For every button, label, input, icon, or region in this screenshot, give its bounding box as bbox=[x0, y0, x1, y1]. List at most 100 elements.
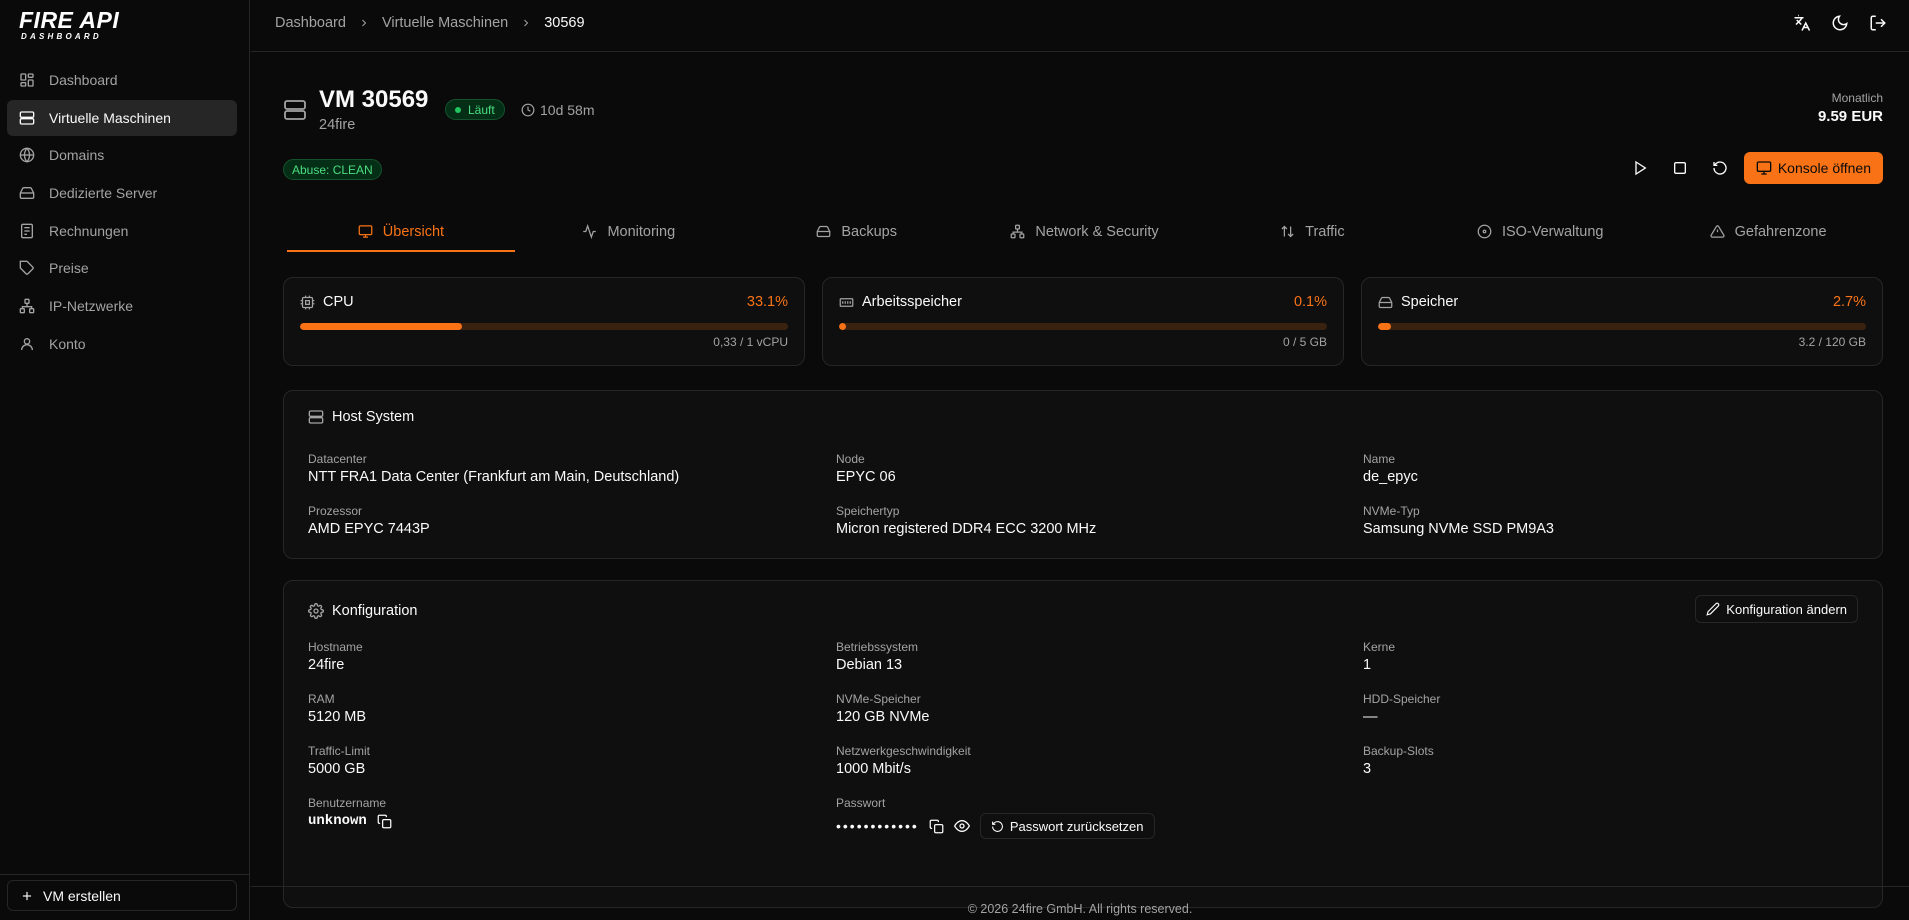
sidebar-item-ip-networks[interactable]: IP-Netzwerke bbox=[7, 288, 237, 324]
tab-label: Gefahrenzone bbox=[1734, 223, 1827, 240]
open-console-button[interactable]: Konsole öffnen bbox=[1743, 152, 1883, 184]
stat-title: Speicher bbox=[1378, 294, 1458, 310]
restart-icon bbox=[1713, 161, 1727, 175]
field-value: 1000 Mbit/s bbox=[836, 761, 911, 777]
stat-progress-bar bbox=[1378, 323, 1866, 330]
stat-percent: 0.1% bbox=[1293, 294, 1327, 310]
field-label: Backup-Slots bbox=[1363, 744, 1434, 758]
tab-network-security[interactable]: Network & Security bbox=[971, 213, 1199, 252]
theme-toggle-icon[interactable] bbox=[1831, 14, 1849, 32]
sidebar-item-dedicated[interactable]: Dedizierte Server bbox=[7, 175, 237, 211]
sidebar-footer: VM erstellen bbox=[0, 874, 250, 920]
copy-icon[interactable] bbox=[929, 819, 944, 834]
field-value: 3 bbox=[1363, 761, 1372, 777]
vm-hostname: 24fire bbox=[319, 117, 356, 133]
price-value: 9.59 EUR bbox=[1817, 108, 1883, 125]
field-value: Micron registered DDR4 ECC 3200 MHz bbox=[836, 521, 1097, 537]
receipt-icon bbox=[21, 223, 33, 239]
field-label: HDD-Speicher bbox=[1363, 692, 1441, 706]
restart-button[interactable] bbox=[1704, 152, 1736, 184]
field-label: Speichertyp bbox=[836, 504, 900, 518]
activity-icon bbox=[583, 224, 597, 239]
sidebar-item-prices[interactable]: Preise bbox=[7, 250, 237, 286]
field-value: AMD EPYC 7443P bbox=[308, 521, 430, 537]
header-actions bbox=[1793, 14, 1887, 32]
tab-backups[interactable]: Backups bbox=[743, 213, 971, 252]
status-dot bbox=[455, 106, 461, 113]
sidebar-item-invoices[interactable]: Rechnungen bbox=[7, 213, 237, 249]
tab-label: Backups bbox=[841, 223, 897, 240]
price-box: Monatlich 9.59 EUR bbox=[1818, 91, 1883, 125]
uptime: 10d 58m bbox=[521, 99, 594, 120]
field-memory-type: Speichertyp Micron registered DDR4 ECC 32… bbox=[836, 504, 1096, 537]
password-value: •••••••••••• bbox=[836, 818, 919, 834]
eye-icon[interactable] bbox=[953, 818, 970, 834]
field-label: Node bbox=[836, 452, 865, 466]
field-hdd-storage: HDD-Speicher — bbox=[1363, 692, 1440, 725]
field-value: 5120 MB bbox=[308, 709, 367, 725]
user-icon bbox=[21, 337, 33, 350]
field-hostname: Hostname 24fire bbox=[308, 640, 363, 673]
edit-config-label: Konfiguration ändern bbox=[1726, 601, 1847, 617]
tab-danger-zone[interactable]: Gefahrenzone bbox=[1654, 213, 1882, 252]
status-label: Läuft bbox=[468, 102, 495, 117]
stat-progress-bar bbox=[300, 323, 788, 330]
stop-button[interactable] bbox=[1664, 152, 1696, 184]
breadcrumb-vms[interactable]: Virtuelle Maschinen bbox=[382, 15, 508, 31]
copyright-text: © 2026 24fire GmbH. All rights reserved. bbox=[967, 902, 1193, 916]
edit-config-button[interactable]: Konfiguration ändern bbox=[1695, 595, 1858, 623]
tab-iso[interactable]: ISO-Verwaltung bbox=[1426, 213, 1654, 252]
field-value: Samsung NVMe SSD PM9A3 bbox=[1363, 521, 1554, 537]
reset-password-button[interactable]: Passwort zurücksetzen bbox=[979, 813, 1155, 839]
sidebar-item-dashboard[interactable]: Dashboard bbox=[7, 62, 237, 98]
sidebar-item-vms[interactable]: Virtuelle Maschinen bbox=[7, 99, 237, 136]
tab-traffic[interactable]: Traffic bbox=[1198, 213, 1426, 252]
network-icon bbox=[19, 298, 35, 314]
field-nvme-storage: NVMe-Speicher 120 GB NVMe bbox=[836, 692, 930, 725]
breadcrumb: Dashboard Virtuelle Maschinen 30569 bbox=[275, 15, 585, 31]
field-cores: Kerne 1 bbox=[1363, 640, 1395, 673]
field-label: Benutzername bbox=[308, 796, 387, 810]
stat-percent: 33.1% bbox=[746, 294, 788, 310]
abuse-badge: Abuse: CLEAN bbox=[283, 159, 382, 180]
sidebar-item-domains[interactable]: Domains bbox=[7, 137, 237, 173]
stat-progress-bar bbox=[839, 323, 1327, 330]
tab-overview[interactable]: Übersicht bbox=[287, 213, 515, 252]
hard-drive-icon bbox=[816, 225, 831, 238]
stat-header: CPU 33.1% bbox=[300, 294, 788, 310]
sidebar: FIRE API DASHBOARD Dashboard Virtuelle M… bbox=[0, 0, 250, 920]
field-label: Kerne bbox=[1363, 640, 1396, 654]
field-backup-slots: Backup-Slots 3 bbox=[1363, 744, 1434, 777]
stat-detail: 0 / 5 GB bbox=[1282, 335, 1327, 349]
field-value: 24fire bbox=[308, 657, 345, 673]
field-label: NVMe-Speicher bbox=[836, 692, 921, 706]
hard-drive-icon bbox=[1378, 296, 1393, 308]
stat-progress-fill bbox=[1378, 323, 1392, 330]
globe-icon bbox=[19, 147, 35, 164]
monitor-icon bbox=[358, 225, 373, 238]
logout-icon[interactable] bbox=[1869, 14, 1887, 32]
field-nvme-type: NVMe-Typ Samsung NVMe SSD PM9A3 bbox=[1363, 504, 1554, 537]
clock-icon bbox=[521, 103, 535, 116]
language-icon[interactable] bbox=[1793, 14, 1811, 32]
field-label: Betriebssystem bbox=[836, 640, 919, 654]
stat-detail: 0,33 / 1 vCPU bbox=[713, 335, 788, 349]
breadcrumb-dashboard[interactable]: Dashboard bbox=[275, 15, 346, 31]
field-os: Betriebssystem Debian 13 bbox=[836, 640, 918, 673]
network-icon bbox=[1010, 224, 1025, 239]
tab-monitoring[interactable]: Monitoring bbox=[515, 213, 743, 252]
field-value: 1 bbox=[1363, 657, 1372, 673]
sidebar-item-label: Virtuelle Maschinen bbox=[49, 109, 171, 126]
reset-password-label: Passwort zurücksetzen bbox=[1009, 818, 1144, 834]
sidebar-item-account[interactable]: Konto bbox=[7, 326, 237, 362]
stat-label: Speicher bbox=[1401, 294, 1459, 310]
field-username: Benutzername unknown bbox=[308, 796, 392, 829]
create-vm-button[interactable]: VM erstellen bbox=[7, 880, 237, 911]
brand-logo[interactable]: FIRE API DASHBOARD bbox=[19, 8, 139, 44]
copy-icon[interactable] bbox=[377, 814, 392, 829]
disc-icon bbox=[1477, 224, 1492, 239]
monitor-icon bbox=[1756, 161, 1772, 175]
stat-label: Arbeitsspeicher bbox=[862, 294, 962, 310]
field-password: Passwort •••••••••••• Passwort zurückset… bbox=[836, 796, 1155, 839]
start-button[interactable] bbox=[1624, 152, 1656, 184]
